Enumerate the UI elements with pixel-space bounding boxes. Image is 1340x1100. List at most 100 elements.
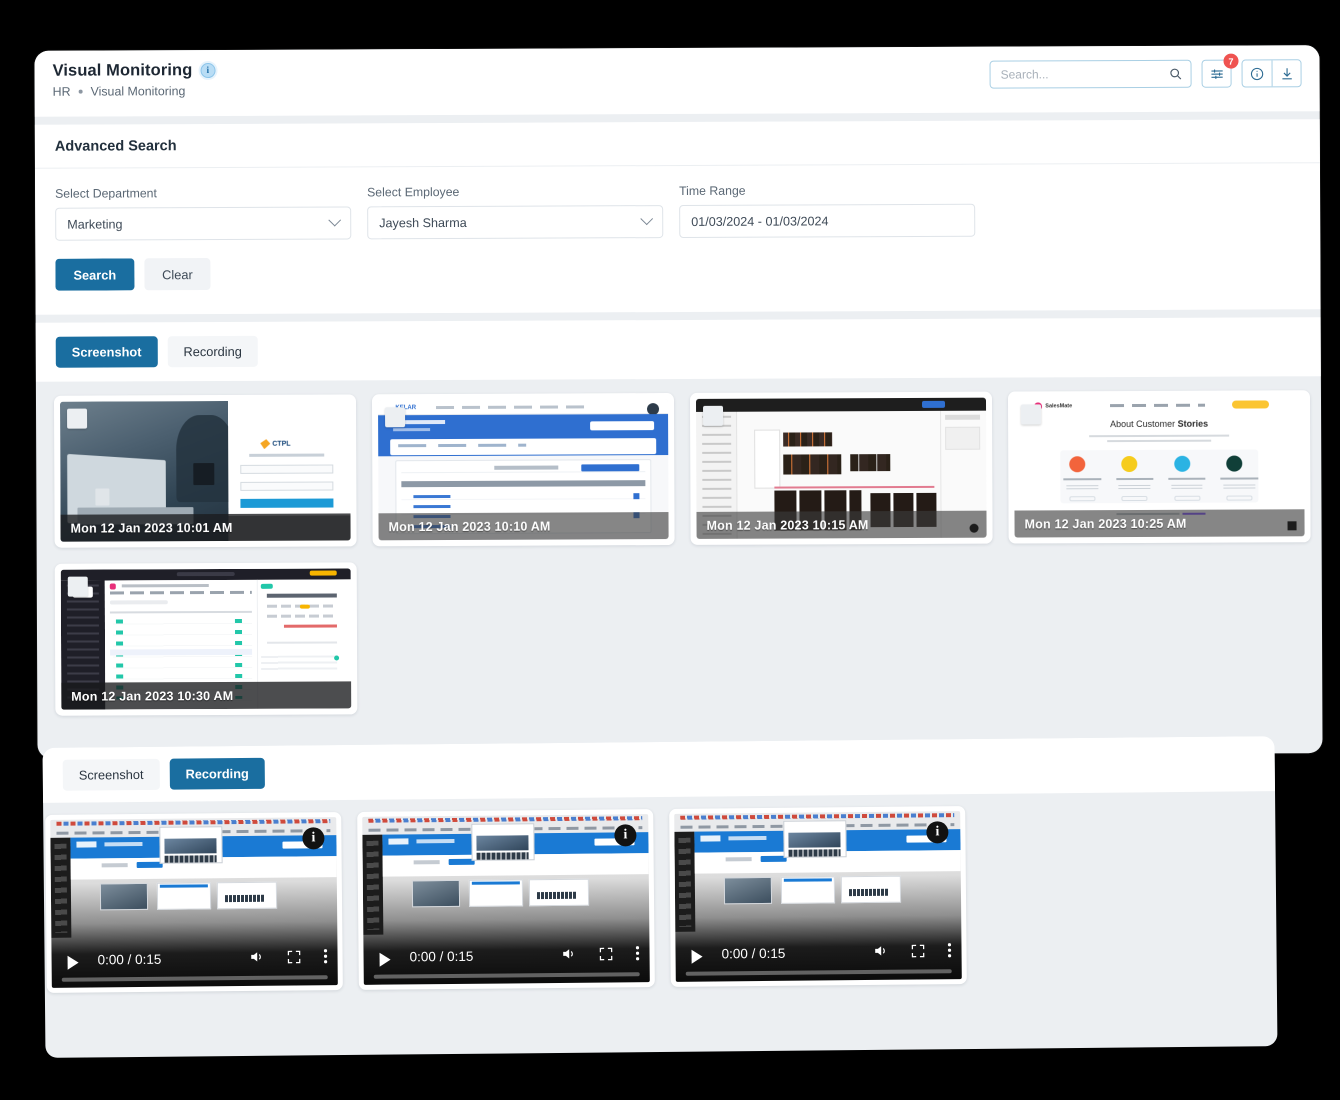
visual-monitoring-panel: Visual Monitoring i HR Visual Monitoring (34, 45, 1322, 759)
play-icon[interactable] (380, 953, 391, 967)
tab-recording[interactable]: Recording (169, 758, 265, 790)
time-range-label: Time Range (679, 183, 975, 198)
time-range-input[interactable]: 01/03/2024 - 01/03/2024 (679, 204, 975, 238)
video-time: 0:00 / 0:15 (98, 952, 162, 968)
search-icon[interactable] (1169, 67, 1183, 81)
employee-value: Jayesh Sharma (379, 215, 467, 229)
select-checkbox[interactable] (68, 577, 88, 597)
corner-indicator (1288, 521, 1297, 530)
video-progress-bar[interactable] (374, 972, 640, 979)
fullscreen-icon[interactable] (910, 943, 925, 963)
tab-screenshot[interactable]: Screenshot (63, 759, 160, 791)
recording-card[interactable]: i 0:00 / 0:15 (45, 812, 343, 993)
chevron-down-icon (328, 214, 341, 227)
select-checkbox[interactable] (1021, 404, 1041, 424)
clear-button[interactable]: Clear (144, 258, 211, 290)
screenshot-timestamp: Mon 12 Jan 2023 10:30 AM (61, 681, 351, 709)
video-player[interactable]: i 0:00 / 0:15 (362, 814, 650, 985)
filter-count-badge: 7 (1223, 54, 1238, 69)
video-right-controls (872, 942, 951, 964)
advanced-search-title: Advanced Search (35, 119, 1320, 169)
play-icon[interactable] (68, 956, 79, 970)
stories-heading-bold: Stories (1178, 419, 1209, 429)
video-controls: 0:00 / 0:15 (675, 927, 961, 982)
time-range-value: 01/03/2024 - 01/03/2024 (691, 214, 828, 229)
advanced-search-body: Select Department Marketing Select Emplo… (35, 163, 1321, 315)
volume-icon[interactable] (560, 946, 576, 967)
kebab-menu-icon[interactable] (635, 945, 639, 966)
chevron-down-icon (640, 212, 653, 225)
tab-recording[interactable]: Recording (167, 336, 257, 367)
screenshot-root: Visual Monitoring i HR Visual Monitoring (0, 0, 1340, 1100)
kebab-menu-icon[interactable] (323, 948, 327, 969)
select-checkbox[interactable] (385, 407, 405, 427)
video-player[interactable]: i 0:00 / 0:15 (674, 811, 962, 982)
volume-icon[interactable] (872, 943, 888, 964)
filter-actions: Search Clear (55, 253, 1300, 290)
screenshot-timestamp: Mon 12 Jan 2023 10:25 AM (1014, 509, 1304, 537)
department-field: Select Department Marketing (55, 185, 351, 240)
screenshot-card[interactable]: Mon 12 Jan 2023 10:30 AM (55, 562, 358, 715)
department-label: Select Department (55, 185, 351, 200)
volume-icon[interactable] (248, 949, 264, 970)
recording-card[interactable]: i 0:00 / 0:15 (357, 809, 655, 990)
tab-screenshot[interactable]: Screenshot (56, 336, 158, 367)
breadcrumb-current: Visual Monitoring (91, 84, 186, 98)
header-action-group (1242, 59, 1302, 87)
stories-heading: About Customer (1110, 419, 1178, 429)
select-checkbox[interactable] (67, 409, 87, 429)
screenshot-preview[interactable]: Mon 12 Jan 2023 10:15 AM (696, 398, 987, 539)
video-progress-bar[interactable] (62, 975, 328, 982)
advanced-search-card: Advanced Search Select Department Market… (35, 119, 1321, 315)
screenshot-card[interactable]: Mon 12 Jan 2023 10:15 AM (690, 392, 993, 545)
screenshot-preview[interactable]: KELAR (378, 399, 669, 540)
fullscreen-icon[interactable] (598, 946, 613, 966)
filter-button[interactable]: 7 (1202, 60, 1232, 88)
info-icon[interactable]: i (926, 821, 948, 843)
screenshot-grid-area: CTPL Mon 12 Jan 2023 10:01 AM (36, 376, 1323, 740)
screenshot-preview[interactable]: CTPL Mon 12 Jan 2023 10:01 AM (60, 400, 351, 541)
recording-panel: Screenshot Recording (43, 736, 1278, 1058)
video-time: 0:00 / 0:15 (721, 946, 785, 962)
fullscreen-icon[interactable] (286, 949, 301, 969)
corner-indicator (970, 524, 979, 533)
info-icon[interactable]: i (614, 824, 636, 846)
video-right-controls (248, 948, 327, 970)
screenshot-timestamp: Mon 12 Jan 2023 10:10 AM (378, 512, 668, 540)
screenshot-preview[interactable]: SalesMate About Customer Stories (1014, 396, 1305, 537)
department-select[interactable]: Marketing (55, 206, 351, 240)
page-header: Visual Monitoring i HR Visual Monitoring (34, 45, 1319, 117)
info-circle-icon[interactable] (1243, 60, 1272, 86)
header-tools: 7 (990, 59, 1302, 88)
breadcrumb-root[interactable]: HR (53, 85, 71, 99)
search-button[interactable]: Search (55, 258, 134, 290)
video-controls: 0:00 / 0:15 (51, 933, 337, 988)
play-icon[interactable] (692, 950, 703, 964)
video-controls: 0:00 / 0:15 (363, 930, 649, 985)
video-right-controls (560, 945, 639, 967)
video-time: 0:00 / 0:15 (409, 949, 473, 965)
download-icon[interactable] (1272, 60, 1301, 86)
filter-fields: Select Department Marketing Select Emplo… (55, 181, 1300, 240)
kebab-menu-icon[interactable] (947, 942, 951, 963)
recording-grid: i 0:00 / 0:15 (43, 791, 1277, 1011)
search-box[interactable] (990, 60, 1192, 89)
video-player[interactable]: i 0:00 / 0:15 (50, 817, 338, 988)
screenshot-timestamp: Mon 12 Jan 2023 10:15 AM (696, 511, 986, 539)
page-title: Visual Monitoring (53, 61, 193, 81)
department-value: Marketing (67, 217, 122, 231)
screenshot-preview[interactable]: Mon 12 Jan 2023 10:30 AM (61, 568, 352, 709)
recording-card[interactable]: i 0:00 / 0:15 (669, 806, 967, 987)
screenshot-card[interactable]: SalesMate About Customer Stories (1008, 390, 1311, 543)
screenshot-card[interactable]: CTPL Mon 12 Jan 2023 10:01 AM (54, 394, 357, 547)
info-icon[interactable]: i (200, 63, 215, 78)
screenshot-grid: CTPL Mon 12 Jan 2023 10:01 AM (54, 390, 1322, 716)
search-input[interactable] (1001, 67, 1169, 82)
employee-select[interactable]: Jayesh Sharma (367, 205, 663, 239)
video-progress-bar[interactable] (686, 969, 952, 976)
screenshot-card[interactable]: KELAR (372, 393, 675, 546)
media-type-tabs: Screenshot Recording (36, 317, 1321, 382)
select-checkbox[interactable] (703, 406, 723, 426)
info-icon[interactable]: i (302, 827, 324, 849)
time-range-field: Time Range 01/03/2024 - 01/03/2024 (679, 183, 975, 238)
